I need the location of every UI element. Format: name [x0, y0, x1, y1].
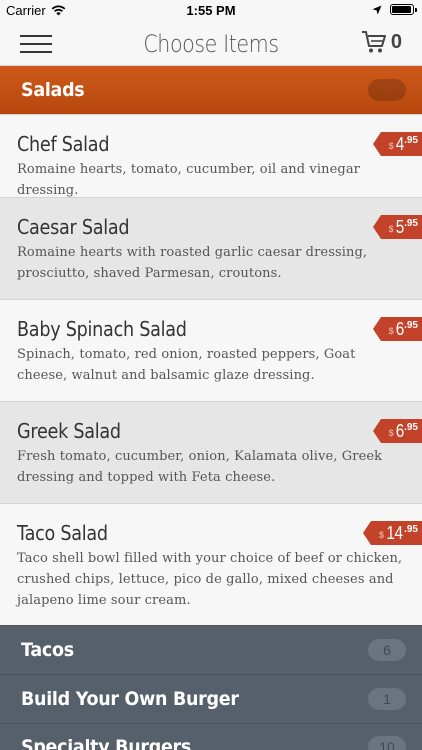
item-description: Fresh tomato, cucumber, onion, Kalamata … — [17, 449, 383, 485]
category-count-badge: 5 — [368, 79, 406, 101]
category-count-badge: 6 — [368, 639, 406, 661]
price-dollars: 14 — [386, 523, 403, 543]
category-title: Build Your Own Burger — [21, 688, 239, 710]
menu-item-chef-salad[interactable]: Chef Salad Romaine hearts, tomato, cucum… — [0, 114, 422, 198]
item-name: Greek Salad — [17, 419, 121, 443]
status-right — [372, 4, 417, 15]
price-dollars: 5 — [395, 217, 404, 237]
price-cents: .95 — [404, 135, 418, 146]
currency-symbol: $ — [379, 530, 385, 540]
category-count-badge: 1 — [368, 688, 406, 710]
item-description: Spinach, tomato, red onion, roasted pepp… — [17, 347, 356, 383]
shopping-cart-icon — [361, 31, 386, 53]
item-name: Chef Salad — [17, 132, 110, 156]
item-description: Romaine hearts with roasted garlic caesa… — [17, 245, 368, 281]
category-header-salads[interactable]: Salads 5 — [0, 66, 422, 114]
category-title: Tacos — [21, 639, 74, 661]
menu-item-taco-salad[interactable]: Taco Salad Taco shell bowl filled with y… — [0, 503, 422, 625]
price-dollars: 6 — [395, 421, 404, 441]
battery-icon — [390, 4, 417, 15]
price-dollars: 4 — [395, 134, 404, 154]
price-tag: $ 14 .95 — [363, 521, 422, 545]
price-tag: $ 6 .95 — [372, 317, 422, 341]
item-name: Caesar Salad — [17, 215, 130, 239]
menu-item-greek-salad[interactable]: Greek Salad Fresh tomato, cucumber, onio… — [0, 401, 422, 503]
item-name: Taco Salad — [17, 521, 108, 545]
price-tag: $ 6 .95 — [372, 419, 422, 443]
status-bar: Carrier 1:55 PM — [0, 0, 422, 22]
item-description: Taco shell bowl filled with your choice … — [17, 551, 403, 608]
menu-item-caesar-salad[interactable]: Caesar Salad Romaine hearts with roasted… — [0, 197, 422, 299]
currency-symbol: $ — [388, 428, 394, 438]
category-title: Salads — [21, 79, 85, 101]
location-arrow-icon — [372, 5, 382, 14]
category-header-tacos[interactable]: Tacos 6 — [0, 625, 422, 674]
category-count-badge: 10 — [368, 736, 406, 750]
menu-item-baby-spinach-salad[interactable]: Baby Spinach Salad Spinach, tomato, red … — [0, 299, 422, 401]
navigation-bar: Choose Items 0 — [0, 22, 422, 66]
price-tag: $ 4 .95 — [372, 132, 422, 156]
category-title: Specialty Burgers — [21, 736, 192, 750]
page-title: Choose Items — [143, 30, 279, 58]
currency-symbol: $ — [388, 224, 394, 234]
category-header-specialty-burgers[interactable]: Specialty Burgers 10 — [0, 723, 422, 750]
price-cents: .95 — [404, 218, 418, 229]
battery-fill — [392, 6, 411, 13]
item-name: Baby Spinach Salad — [17, 317, 187, 341]
price-dollars: 6 — [395, 319, 404, 339]
price-cents: .95 — [404, 422, 418, 433]
price-tag: $ 5 .95 — [372, 215, 422, 239]
cart-count: 0 — [390, 30, 402, 53]
status-time: 1:55 PM — [186, 3, 236, 18]
currency-symbol: $ — [388, 141, 394, 151]
item-description: Romaine hearts, tomato, cucumber, oil an… — [17, 162, 360, 198]
cart-button[interactable]: 0 — [361, 30, 402, 54]
price-cents: .95 — [404, 524, 418, 535]
category-header-build-your-own-burger[interactable]: Build Your Own Burger 1 — [0, 674, 422, 723]
price-cents: .95 — [404, 320, 418, 331]
currency-symbol: $ — [388, 326, 394, 336]
